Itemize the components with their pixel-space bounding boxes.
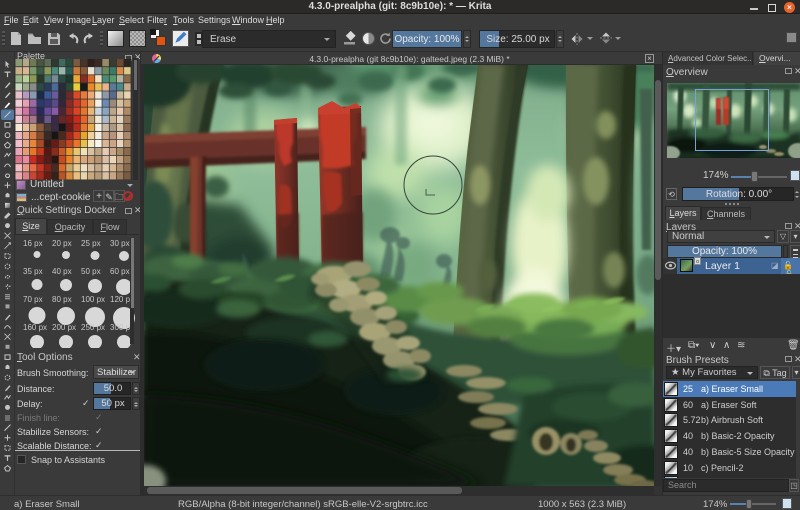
svg-text:60 px: 60 px (110, 267, 130, 276)
svg-text:80 px: 80 px (52, 295, 72, 304)
svg-text:35 px: 35 px (23, 267, 43, 276)
svg-text:25 px: 25 px (81, 239, 101, 248)
svg-text:50 px: 50 px (81, 267, 101, 276)
svg-text:70 px: 70 px (23, 295, 43, 304)
svg-text:30 px: 30 px (110, 239, 130, 248)
svg-text:40 px: 40 px (52, 267, 72, 276)
svg-text:200 px: 200 px (52, 323, 76, 332)
svg-text:160 px: 160 px (23, 323, 47, 332)
svg-text:100 px: 100 px (81, 295, 105, 304)
svg-text:16 px: 16 px (23, 239, 43, 248)
svg-text:250 px: 250 px (81, 323, 105, 332)
svg-text:20 px: 20 px (52, 239, 72, 248)
